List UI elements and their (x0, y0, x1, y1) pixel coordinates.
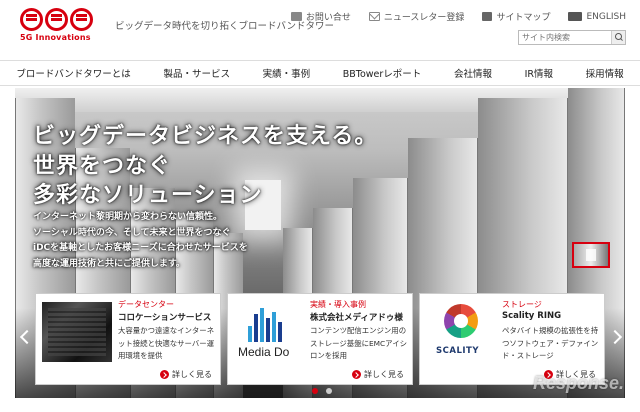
nav-item-products[interactable]: 製品・サービス (163, 66, 230, 80)
card-more-link[interactable]: 詳しく見る (352, 369, 404, 380)
prev-slide-arrow-icon[interactable] (18, 326, 30, 348)
contact-link[interactable]: お問い合せ (290, 10, 351, 23)
newsletter-link-label: ニュースレター登録 (383, 13, 465, 23)
scality-logo: SCALITY (426, 302, 496, 362)
nav-item-cases[interactable]: 実績・事例 (263, 66, 311, 80)
card-more-label: 詳しく見る (172, 370, 212, 379)
site-search (518, 30, 626, 45)
en-icon (568, 12, 583, 21)
newsletter-link[interactable]: ニュースレター登録 (368, 10, 465, 23)
hero-body-line: ソーシャル時代の今、そして未来と世界をつなぐ (33, 227, 231, 238)
next-slide-arrow-icon[interactable] (610, 326, 622, 348)
global-nav: ブロードバンドタワーとは 製品・サービス 実績・事例 BBTowerレポート 会… (0, 60, 640, 86)
search-icon[interactable] (611, 31, 625, 44)
slide-thumbnail[interactable] (572, 242, 610, 268)
card-title: Scality RING (502, 311, 562, 321)
utility-links: お問い合せ ニュースレター登録 サイトマップ ENGLISH (290, 10, 626, 23)
sitemap-link[interactable]: サイトマップ (482, 10, 550, 23)
card-category: 実績・導入事例 (310, 300, 366, 309)
hero-body: インターネット黎明期から変わらない信頼性。 ソーシャル時代の今、そして未来と世界… (33, 210, 248, 272)
search-input[interactable] (519, 31, 611, 44)
logo-mark (20, 8, 100, 31)
sitemap-link-label: サイトマップ (496, 13, 551, 23)
mediado-logo: Media Do (234, 302, 304, 362)
english-link[interactable]: ENGLISH (568, 10, 626, 23)
sitemap-icon (482, 12, 493, 21)
feature-card-case[interactable]: Media Do 実績・導入事例 株式会社メディアドゥ様 コンテンツ配信エンジン… (227, 293, 413, 385)
card-category: データセンター (118, 300, 174, 309)
nav-item-company[interactable]: 会社情報 (454, 66, 492, 80)
feature-card-storage[interactable]: SCALITY ストレージ Scality RING ペタバイト規模の拡張性を持… (419, 293, 605, 385)
contact-link-label: お問い合せ (305, 13, 351, 23)
card-description: 大容量かつ遠速なインターネット接続と快適なサーバー運用環境を提供 (118, 326, 215, 360)
hero-headline: ビッグデータビジネスを支える。 (33, 124, 378, 149)
hero-body-line: iDCを基軸としたお客様ニーズに合わせたサービスを (33, 243, 248, 253)
mediado-logo-text: Media Do (238, 345, 290, 359)
card-category: ストレージ (502, 300, 542, 309)
card-description: コンテンツ配信エンジン用のストレージ基盤にEMCアイシロンを採用 (310, 326, 407, 360)
scality-logo-text: SCALITY (436, 346, 479, 356)
hero-headline: 多彩なソリューション (33, 183, 263, 208)
card-more-label: 詳しく見る (364, 370, 404, 379)
hero-body-line: インターネット黎明期から変わらない信頼性。 (33, 212, 223, 222)
slider-dot-1[interactable] (312, 388, 318, 394)
response-watermark: Response. (532, 373, 624, 393)
mail-icon (368, 12, 380, 21)
slider-dot-2[interactable] (326, 388, 332, 394)
card-description: ペタバイト規模の拡張性を持つソフトウェア・デファインド・ストレージ (502, 326, 599, 360)
bbtower-logo[interactable]: 5G Innovations (20, 8, 100, 46)
server-image (42, 302, 112, 362)
card-title: 株式会社メディアドゥ様 (310, 313, 403, 323)
arrow-circle-icon (352, 370, 361, 379)
scality-logo-mark (444, 304, 478, 338)
card-more-link[interactable]: 詳しく見る (160, 369, 212, 380)
mediado-logo-mark (248, 308, 282, 342)
arrow-circle-icon (160, 370, 169, 379)
english-link-label: ENGLISH (586, 11, 626, 22)
nav-item-report[interactable]: BBTowerレポート (343, 66, 422, 80)
logo-subtitle: 5G Innovations (20, 33, 91, 42)
slider-pagination (312, 388, 332, 394)
phone-icon (290, 12, 302, 21)
feature-card-datacenter[interactable]: データセンター コロケーションサービス 大容量かつ遠速なインターネット接続と快適… (35, 293, 221, 385)
nav-item-about[interactable]: ブロードバンドタワーとは (16, 66, 130, 80)
nav-item-ir[interactable]: IR情報 (525, 66, 553, 80)
nav-item-recruit[interactable]: 採用情報 (586, 66, 624, 80)
card-title: コロケーションサービス (118, 313, 212, 323)
hero-body-line: 高度な運用技術と共にご提供します。 (33, 258, 185, 269)
hero-slider: ビッグデータビジネスを支える。 世界をつなぐ 多彩なソリューション インターネッ… (15, 88, 625, 398)
site-header: 5G Innovations ビッグデータ時代を切り拓くブロードバンドタワー お… (0, 0, 640, 60)
hero-headline: 世界をつなぐ (33, 154, 172, 179)
